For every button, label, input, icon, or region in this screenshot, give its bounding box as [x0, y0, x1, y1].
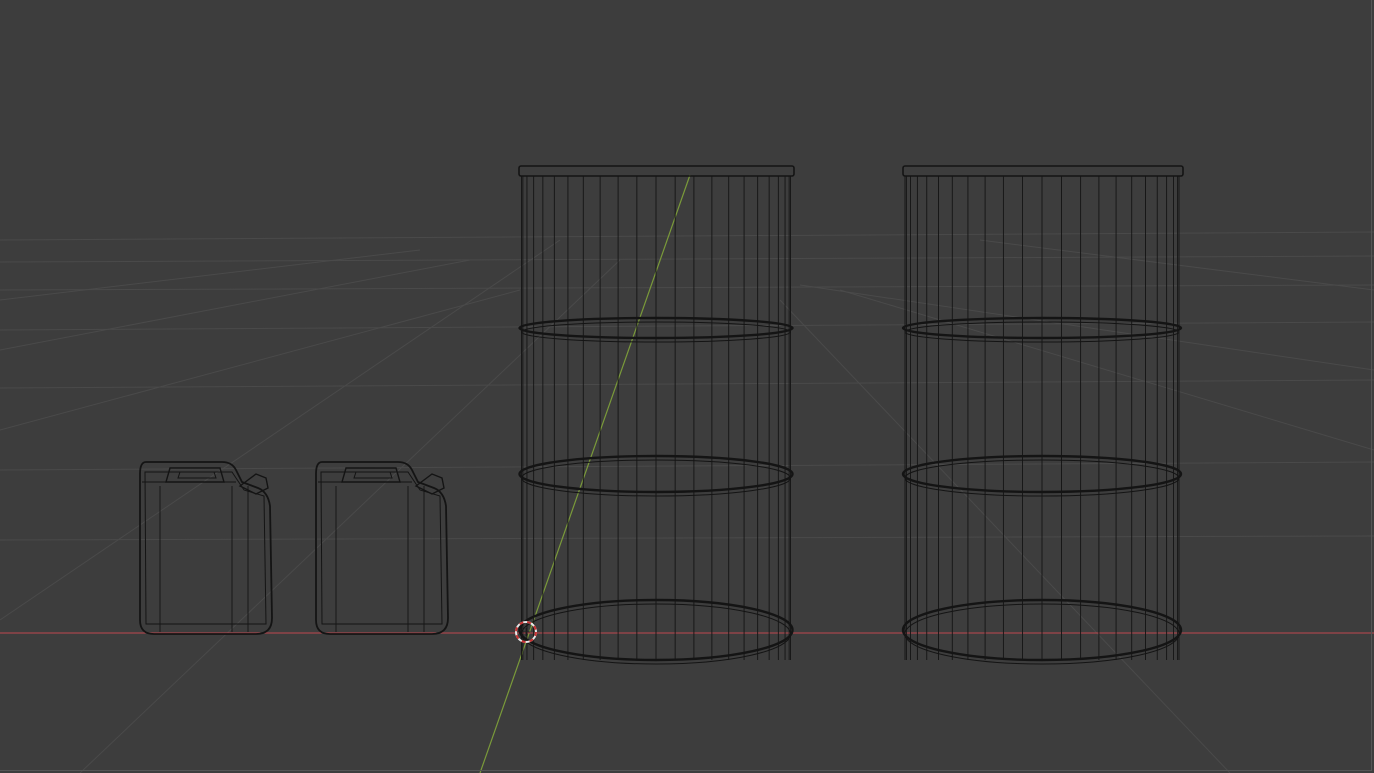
grid-line — [0, 255, 1374, 263]
jerrycan-2[interactable] — [315, 461, 449, 635]
barrel-2[interactable] — [901, 165, 1184, 665]
grid-line — [0, 284, 1374, 291]
y-axis-line — [479, 174, 691, 773]
grid-line — [0, 259, 471, 351]
grid-line — [0, 239, 561, 621]
grid-line — [0, 379, 1374, 389]
barrel-top-rim — [518, 165, 795, 177]
viewport-scene[interactable] — [0, 0, 1374, 773]
jerrycan-1[interactable] — [139, 461, 273, 635]
barrel-1[interactable] — [518, 165, 795, 665]
grid-line — [0, 231, 1374, 241]
grid-line — [0, 535, 1374, 541]
3d-viewport[interactable] — [0, 0, 1374, 773]
jerrycan-handle-slot — [353, 471, 393, 479]
grid-line — [0, 289, 521, 431]
floor-grid — [0, 231, 1374, 773]
grid-line — [839, 289, 1374, 451]
barrel-top-rim — [902, 165, 1184, 177]
grid-line — [0, 249, 421, 301]
grid-line — [799, 284, 1374, 371]
grid-line — [979, 239, 1374, 291]
scene-objects[interactable] — [139, 165, 1184, 665]
